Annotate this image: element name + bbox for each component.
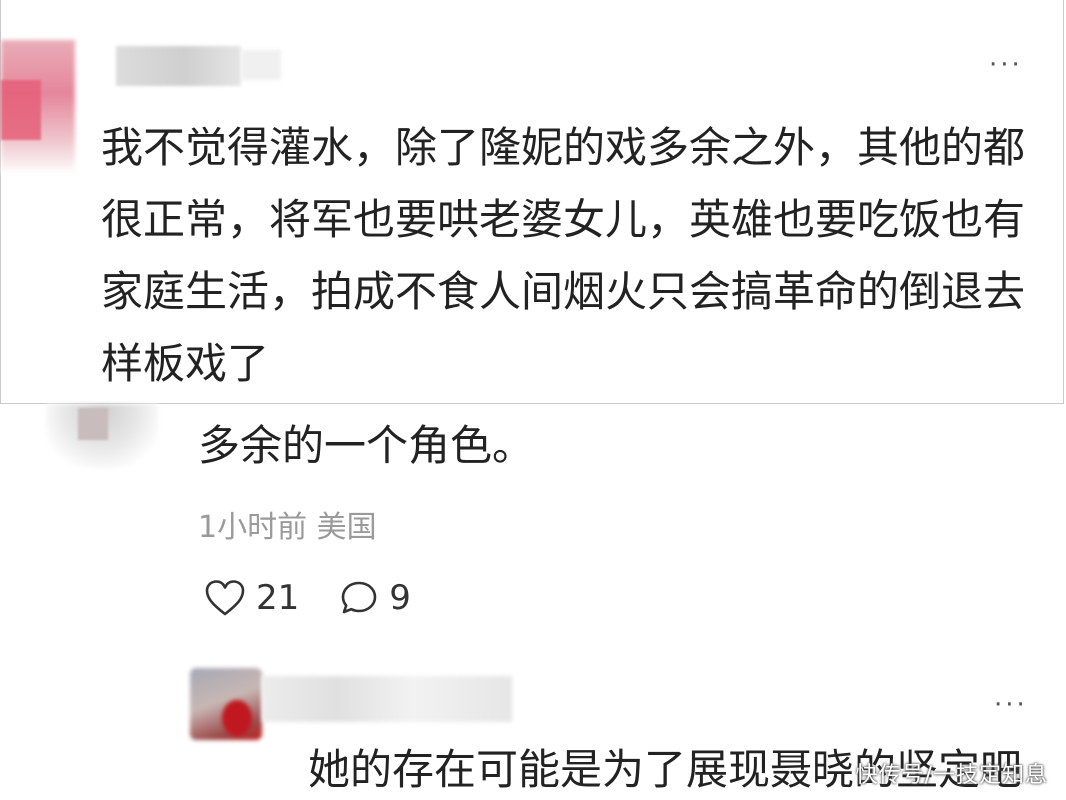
blurred-avatar-detail	[78, 408, 108, 440]
comment-time: 1小时前	[198, 510, 308, 545]
blurred-avatar-detail	[1, 80, 41, 140]
speech-bubble-icon	[339, 579, 379, 617]
heart-outline-icon	[204, 579, 246, 617]
blurred-username[interactable]	[116, 46, 241, 86]
blurred-username-detail	[241, 50, 281, 80]
reply-button[interactable]: 9	[339, 578, 411, 618]
comment-actions: 21 9	[204, 574, 411, 622]
like-count: 21	[256, 578, 300, 618]
more-options-button[interactable]: ···	[989, 52, 1023, 78]
top-comment-card: ··· 我不觉得灌水，除了隆妮的戏多余之外，其他的都很正常，将军也要哄老婆女儿，…	[0, 0, 1064, 404]
comment-text: 多余的一个角色。	[198, 421, 535, 470]
comment-text: 我不觉得灌水，除了隆妮的戏多余之外，其他的都很正常，将军也要哄老婆女儿，英雄也要…	[101, 123, 1026, 388]
comment-location: 美国	[316, 510, 377, 545]
blurred-username[interactable]	[262, 676, 512, 722]
like-button[interactable]: 21	[204, 578, 299, 618]
more-options-button[interactable]: ···	[994, 692, 1028, 718]
reply-count: 9	[389, 578, 411, 618]
comment-meta: 1小时前 美国	[198, 502, 377, 546]
blurred-avatar-detail	[222, 700, 252, 736]
watermark: 快传号/一技定知息	[855, 763, 1048, 788]
